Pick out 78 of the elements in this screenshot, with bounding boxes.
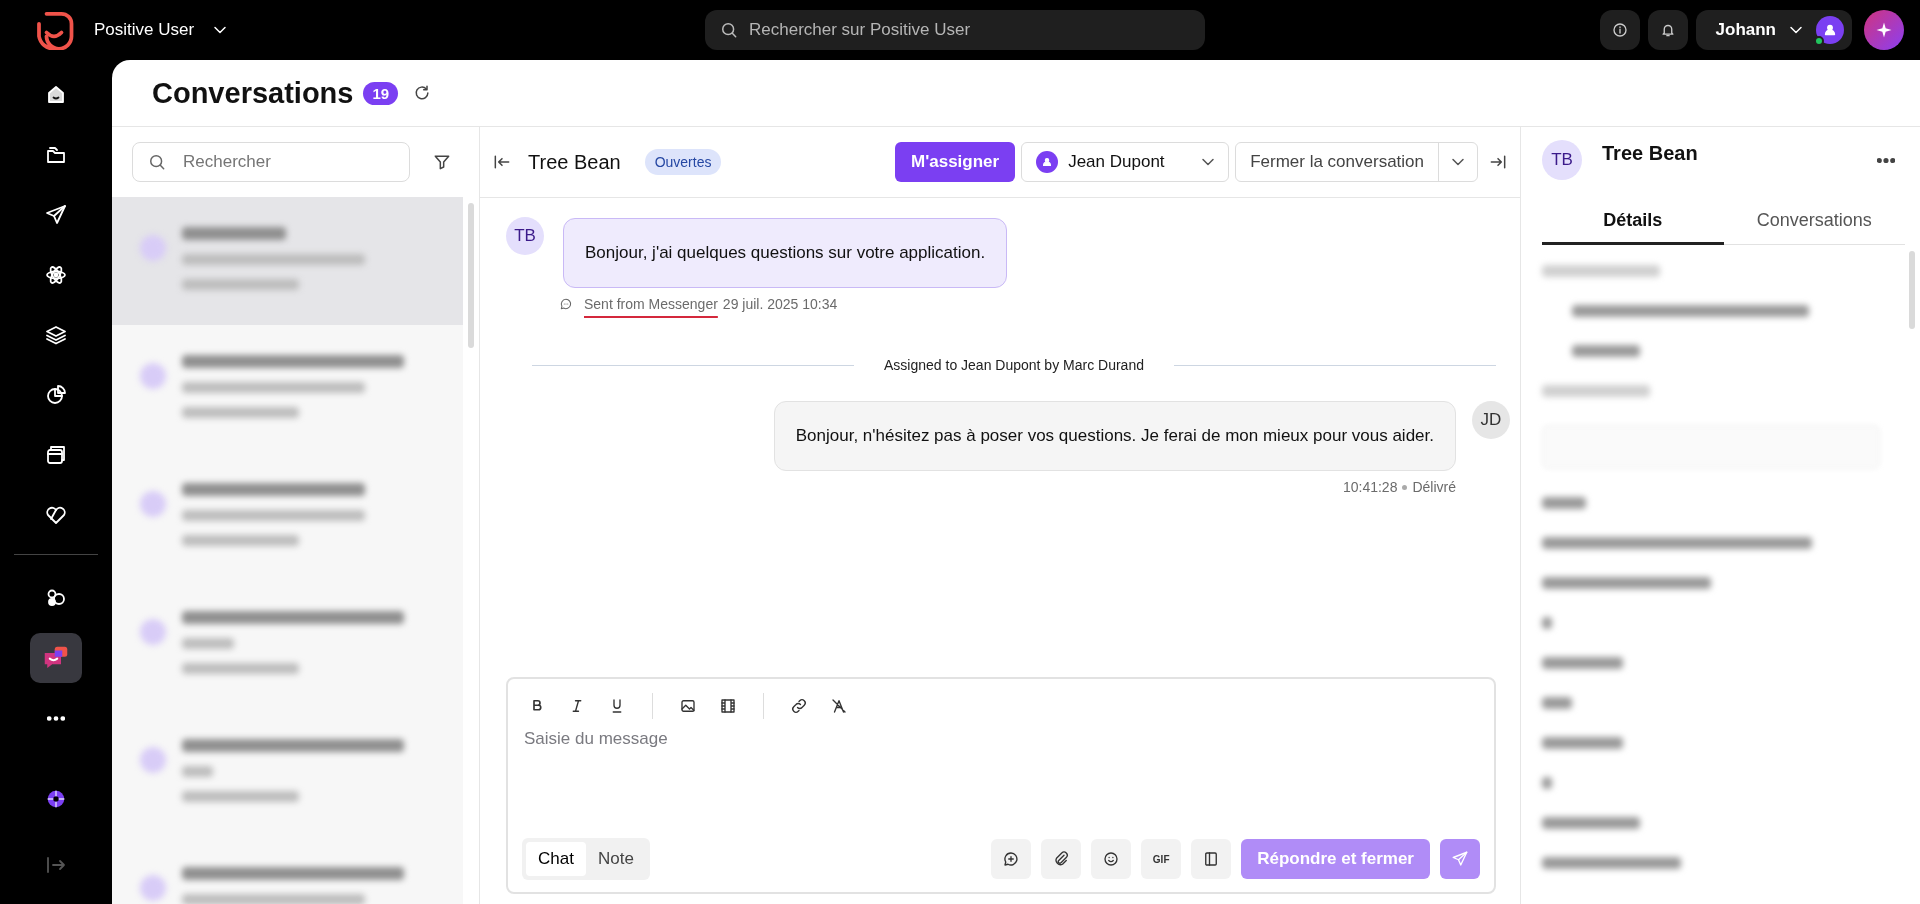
arrow-right-bar-icon — [1488, 152, 1508, 172]
blurred-avatar — [140, 363, 166, 389]
scrollbar[interactable] — [1909, 251, 1915, 329]
contact-name: Tree Bean — [528, 150, 621, 174]
message-bubble: Bonjour, j'ai quelques questions sur votre application. — [563, 218, 1008, 288]
blurred-text — [1572, 345, 1640, 357]
assign-me-button[interactable]: M'assigner — [895, 142, 1016, 182]
message-input[interactable]: Saisie du message — [522, 721, 1480, 838]
mode-tab[interactable]: Chat — [526, 842, 586, 876]
chat-bubble-icon — [559, 297, 573, 311]
emoji-button[interactable] — [1091, 839, 1132, 879]
blurred-avatar — [140, 491, 166, 517]
send-icon — [1451, 850, 1469, 868]
add-reply-button[interactable] — [991, 839, 1032, 879]
search-field[interactable]: Rechercher sur Positive User — [705, 10, 1205, 50]
layers-icon — [44, 323, 68, 347]
contact-avatar: TB — [1542, 140, 1582, 180]
status-badge: Ouvertes — [644, 149, 722, 175]
lifebuoy-icon — [45, 788, 67, 810]
message-bubble: Bonjour, n'hésitez pas à poser vos questions. Je ferai de mon mieux pour vous aider. — [773, 401, 1456, 471]
attach-button[interactable] — [1041, 839, 1082, 879]
user-menu[interactable]: Johann — [1695, 10, 1852, 50]
nav-chat-button[interactable] — [30, 633, 82, 683]
smiley-icon — [1102, 850, 1121, 868]
gif-button[interactable]: GIF — [1141, 839, 1182, 879]
blurred-avatar — [140, 235, 166, 261]
clear-format-icon — [830, 697, 848, 715]
search-field[interactable]: Rechercher — [132, 142, 410, 182]
avatar: JD — [1472, 401, 1510, 439]
message-time: 29 juil. 2025 10:34 — [722, 296, 838, 312]
arrow-left-bar-icon — [492, 152, 512, 172]
search-icon — [147, 152, 167, 172]
tab[interactable]: Détails — [1542, 199, 1724, 245]
blurred-avatar — [140, 747, 166, 773]
tab[interactable]: Conversations — [1723, 199, 1905, 245]
filter-icon — [432, 152, 452, 172]
film-icon — [719, 697, 737, 715]
separator-dot — [1402, 484, 1408, 490]
app-switcher[interactable]: Positive User — [94, 20, 231, 40]
blurred-text — [182, 638, 235, 649]
image-icon — [679, 697, 697, 715]
paperclip-icon — [1052, 850, 1071, 868]
chat-plus-icon — [1002, 850, 1021, 868]
search-input[interactable]: Rechercher sur Positive User — [747, 19, 1191, 41]
notifications-button[interactable] — [1647, 10, 1688, 50]
windows-icon — [44, 443, 68, 467]
blurred-avatar — [140, 875, 166, 901]
paper-plane-icon — [44, 203, 68, 227]
count-badge: 19 — [363, 81, 399, 105]
blurred-text — [1542, 497, 1586, 509]
pie-chart-icon — [44, 383, 68, 407]
blurred-text — [1542, 777, 1553, 789]
more-icon — [47, 714, 65, 722]
blurred-avatar — [140, 619, 166, 645]
scrollbar[interactable] — [468, 203, 474, 348]
page-title: Conversations — [152, 76, 354, 110]
event-text: Assigned to Jean Dupont by Marc Durand — [884, 357, 1144, 373]
panel-button[interactable] — [1191, 839, 1232, 879]
contact-name: Tree Bean — [1602, 142, 1698, 165]
send-button[interactable] — [1440, 839, 1480, 879]
message-composer[interactable]: Saisie du message Chat Note GIF Répondre et fermer — [506, 677, 1496, 894]
search-icon — [719, 20, 739, 40]
info-icon — [1610, 21, 1629, 39]
blurred-text — [1542, 617, 1553, 629]
assignee-dropdown[interactable]: Jean Dupont — [1021, 142, 1230, 182]
blurred-text — [182, 766, 214, 777]
more-icon — [1877, 156, 1895, 164]
atom-icon — [44, 263, 68, 287]
search-input[interactable]: Rechercher — [181, 151, 406, 173]
info-button[interactable] — [1599, 10, 1640, 50]
message-source: Sent from Messenger — [584, 296, 718, 312]
blurred-text — [1542, 697, 1573, 709]
sparkle-button[interactable] — [1864, 10, 1904, 50]
message-time: 10:41:28 — [1342, 479, 1398, 495]
mode-tab[interactable]: Note — [585, 842, 646, 876]
link-icon — [790, 697, 808, 715]
avatar: TB — [506, 217, 544, 255]
delivery-status: Délivré — [1412, 479, 1456, 495]
